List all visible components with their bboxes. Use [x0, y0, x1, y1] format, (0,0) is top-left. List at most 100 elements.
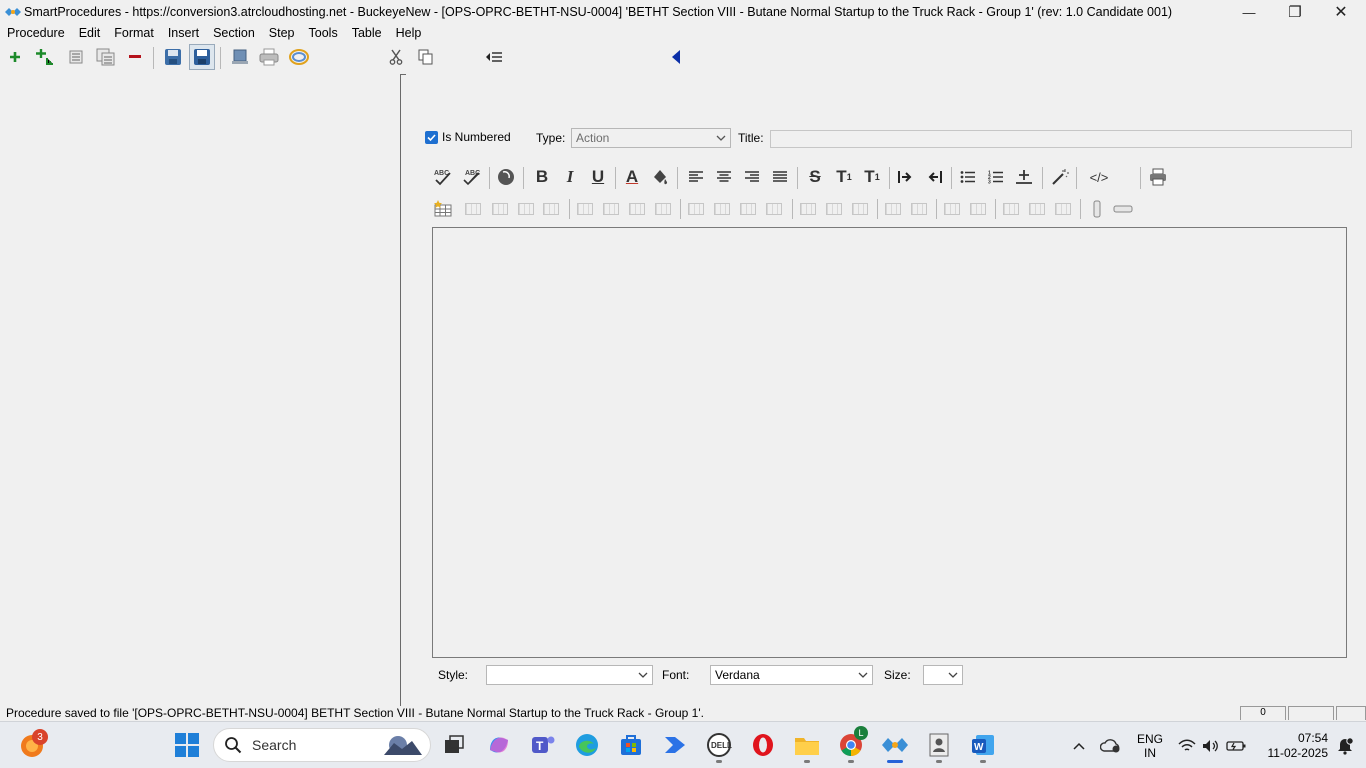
print-preview-icon[interactable]	[1146, 164, 1170, 190]
menu-edit[interactable]: Edit	[72, 26, 108, 40]
align-right-icon[interactable]	[740, 164, 764, 190]
insert-row-below-icon[interactable]	[600, 198, 622, 220]
align-left-icon[interactable]	[684, 164, 708, 190]
style-select[interactable]	[486, 665, 653, 685]
numbered-list-icon[interactable]: 123	[984, 164, 1008, 190]
clock[interactable]: 07:54 11-02-2025	[1252, 722, 1329, 768]
close-button[interactable]: ✕	[1318, 0, 1364, 24]
split-row-icon[interactable]	[797, 198, 819, 220]
teams-icon[interactable]: T	[527, 730, 559, 760]
task-view-icon[interactable]	[438, 730, 470, 760]
outdent-icon[interactable]	[922, 164, 946, 190]
file-explorer-icon[interactable]	[791, 730, 823, 763]
highlight-color-icon[interactable]	[648, 164, 672, 190]
language-indicator[interactable]: ENG IN	[1132, 722, 1168, 768]
symbol-icon[interactable]	[494, 164, 518, 190]
column-width-icon[interactable]	[1086, 198, 1108, 220]
cut-icon[interactable]	[383, 44, 409, 70]
magic-wand-icon[interactable]	[1048, 164, 1072, 190]
wifi-icon[interactable]	[1174, 722, 1200, 768]
insert-column-right-icon[interactable]	[652, 198, 674, 220]
print-icon[interactable]	[256, 44, 282, 70]
notifications-icon[interactable]	[1330, 722, 1360, 768]
insert-column-left-icon[interactable]	[626, 198, 648, 220]
step-content-editor[interactable]	[432, 227, 1347, 658]
refresh-icon[interactable]	[286, 44, 312, 70]
copy-icon[interactable]	[413, 44, 439, 70]
title-input[interactable]	[770, 130, 1352, 148]
weather-widget-icon[interactable]: 3	[16, 729, 48, 760]
font-color-button[interactable]: A	[620, 164, 644, 190]
power-automate-icon[interactable]	[659, 730, 691, 760]
add-icon[interactable]	[2, 44, 28, 70]
row-properties-icon[interactable]	[737, 198, 759, 220]
battery-icon[interactable]	[1223, 722, 1249, 768]
cell-center-icon[interactable]	[1026, 198, 1048, 220]
indent-icon[interactable]	[894, 164, 918, 190]
procedure-tree-pane[interactable]	[0, 74, 400, 702]
publish-icon[interactable]	[227, 44, 253, 70]
type-select[interactable]: Action	[571, 128, 731, 148]
opera-icon[interactable]	[747, 730, 779, 760]
add-child-icon[interactable]	[32, 44, 58, 70]
menu-help[interactable]: Help	[389, 26, 429, 40]
collapse-icon[interactable]	[63, 44, 89, 70]
menu-section[interactable]: Section	[206, 26, 262, 40]
bullet-list-icon[interactable]	[956, 164, 980, 190]
column-properties-icon[interactable]	[763, 198, 785, 220]
edge-icon[interactable]	[571, 730, 603, 760]
taskbar-search[interactable]: Search	[213, 728, 431, 762]
html-source-button[interactable]: </>	[1084, 164, 1114, 190]
remote-desktop-icon[interactable]	[923, 730, 955, 763]
delete-icon[interactable]	[122, 44, 148, 70]
save-icon[interactable]	[160, 44, 186, 70]
menu-tools[interactable]: Tools	[302, 26, 345, 40]
save-all-icon[interactable]	[189, 44, 215, 70]
merge-row-icon[interactable]	[823, 198, 845, 220]
cell-properties-icon[interactable]	[489, 198, 511, 220]
minimize-button[interactable]: —	[1226, 0, 1272, 24]
insert-table-icon[interactable]	[432, 198, 454, 220]
horizontal-rule-icon[interactable]	[1012, 164, 1036, 190]
menu-table[interactable]: Table	[345, 26, 389, 40]
table-grid-icon[interactable]	[967, 198, 989, 220]
strikethrough-button[interactable]: S	[803, 164, 827, 190]
restore-button[interactable]: ❐	[1272, 0, 1318, 24]
onedrive-icon[interactable]	[1097, 722, 1125, 768]
cell-align-middle-icon[interactable]	[908, 198, 930, 220]
delete-column-icon[interactable]	[540, 198, 562, 220]
copilot-icon[interactable]	[483, 730, 515, 760]
spell-check-options-icon[interactable]: ABC	[460, 164, 484, 190]
menu-step[interactable]: Step	[262, 26, 302, 40]
volume-icon[interactable]	[1199, 722, 1223, 768]
table-properties-icon[interactable]	[462, 198, 484, 220]
size-select[interactable]	[923, 665, 963, 685]
merge-cell-icon[interactable]	[711, 198, 733, 220]
align-justify-icon[interactable]	[768, 164, 792, 190]
dell-icon[interactable]: DELL	[703, 730, 735, 763]
is-numbered-checkbox[interactable]	[425, 131, 438, 144]
italic-button[interactable]: I	[558, 164, 582, 190]
start-icon[interactable]	[171, 730, 203, 760]
smartprocedures-taskbar-icon[interactable]	[879, 730, 911, 763]
delete-row-icon[interactable]	[515, 198, 537, 220]
cell-left-icon[interactable]	[1000, 198, 1022, 220]
menu-insert[interactable]: Insert	[161, 26, 206, 40]
table-border-icon[interactable]	[941, 198, 963, 220]
cell-right-icon[interactable]	[1052, 198, 1074, 220]
menu-format[interactable]: Format	[107, 26, 161, 40]
superscript-button[interactable]: T1	[832, 164, 856, 190]
spell-check-icon[interactable]: ABC	[432, 164, 456, 190]
menu-procedure[interactable]: Procedure	[0, 26, 72, 40]
chrome-icon[interactable]: L	[835, 726, 868, 763]
cell-align-top-icon[interactable]	[882, 198, 904, 220]
chevron-up-icon[interactable]	[1066, 722, 1092, 768]
insert-row-above-icon[interactable]	[574, 198, 596, 220]
indent-list-icon[interactable]	[481, 44, 507, 70]
font-select[interactable]: Verdana	[710, 665, 873, 685]
underline-button[interactable]: U	[586, 164, 610, 190]
bold-button[interactable]: B	[530, 164, 554, 190]
split-cell-icon[interactable]	[685, 198, 707, 220]
align-center-icon[interactable]	[712, 164, 736, 190]
split-column-icon[interactable]	[849, 198, 871, 220]
